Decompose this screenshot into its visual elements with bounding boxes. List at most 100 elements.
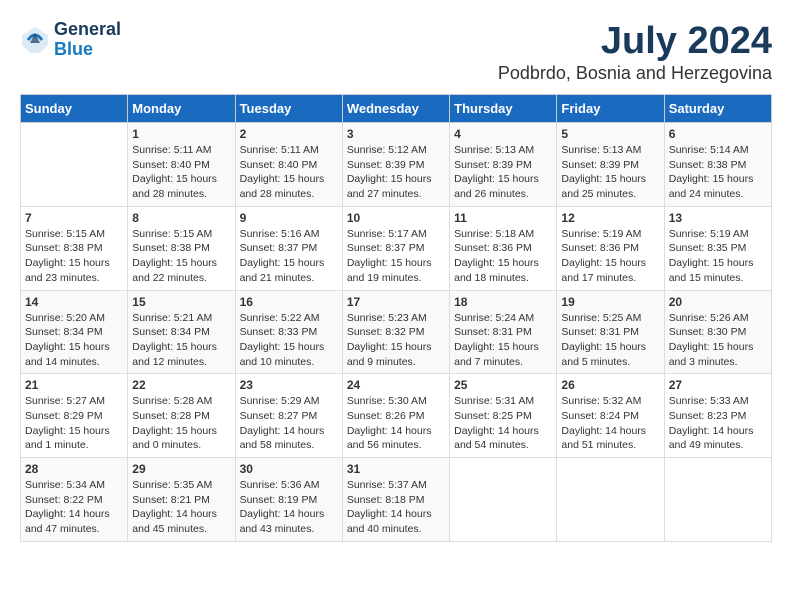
day-number-31: 31 <box>347 462 445 476</box>
logo-text: General Blue <box>54 20 121 60</box>
day-info-29: Sunrise: 5:35 AM Sunset: 8:21 PM Dayligh… <box>132 478 230 537</box>
day-info-13: Sunrise: 5:19 AM Sunset: 8:35 PM Dayligh… <box>669 227 767 286</box>
day-info-15: Sunrise: 5:21 AM Sunset: 8:34 PM Dayligh… <box>132 311 230 370</box>
day-number-21: 21 <box>25 378 123 392</box>
day-info-20: Sunrise: 5:26 AM Sunset: 8:30 PM Dayligh… <box>669 311 767 370</box>
day-info-28: Sunrise: 5:34 AM Sunset: 8:22 PM Dayligh… <box>25 478 123 537</box>
day-number-12: 12 <box>561 211 659 225</box>
day-info-22: Sunrise: 5:28 AM Sunset: 8:28 PM Dayligh… <box>132 394 230 453</box>
cell-w3-d1: 14 Sunrise: 5:20 AM Sunset: 8:34 PM Dayli… <box>21 290 128 374</box>
cell-w5-d5 <box>450 458 557 542</box>
page-header: General Blue July 2024 Podbrdo, Bosnia a… <box>20 20 772 84</box>
day-number-14: 14 <box>25 295 123 309</box>
cell-w3-d2: 15 Sunrise: 5:21 AM Sunset: 8:34 PM Dayli… <box>128 290 235 374</box>
cell-w5-d4: 31Sunrise: 5:37 AM Sunset: 8:18 PM Dayli… <box>342 458 449 542</box>
main-title: July 2024 <box>498 20 772 63</box>
day-info-3: Sunrise: 5:12 AM Sunset: 8:39 PM Dayligh… <box>347 143 445 202</box>
day-number-7: 7 <box>25 211 123 225</box>
day-number-24: 24 <box>347 378 445 392</box>
week-row-1: 1 Sunrise: 5:11 AM Sunset: 8:40 PM Daylig… <box>21 123 772 207</box>
day-number-26: 26 <box>561 378 659 392</box>
day-number-23: 23 <box>240 378 338 392</box>
day-info-2: Sunrise: 5:11 AM Sunset: 8:40 PM Dayligh… <box>240 143 338 202</box>
header-row: Sunday Monday Tuesday Wednesday Thursday… <box>21 95 772 123</box>
day-number-16: 16 <box>240 295 338 309</box>
cell-w4-d2: 22 Sunrise: 5:28 AM Sunset: 8:28 PM Dayli… <box>128 374 235 458</box>
day-info-7: Sunrise: 5:15 AM Sunset: 8:38 PM Dayligh… <box>25 227 123 286</box>
day-number-1: 1 <box>132 127 230 141</box>
cell-w5-d1: 28 Sunrise: 5:34 AM Sunset: 8:22 PM Dayli… <box>21 458 128 542</box>
day-info-11: Sunrise: 5:18 AM Sunset: 8:36 PM Dayligh… <box>454 227 552 286</box>
header-wednesday: Wednesday <box>342 95 449 123</box>
cell-w3-d4: 17 Sunrise: 5:23 AM Sunset: 8:32 PM Dayli… <box>342 290 449 374</box>
cell-w2-d1: 7 Sunrise: 5:15 AM Sunset: 8:38 PM Daylig… <box>21 206 128 290</box>
day-info-26: Sunrise: 5:32 AM Sunset: 8:24 PM Dayligh… <box>561 394 659 453</box>
logo-general-text: General <box>54 20 121 40</box>
day-info-24: Sunrise: 5:30 AM Sunset: 8:26 PM Dayligh… <box>347 394 445 453</box>
cell-w2-d3: 9Sunrise: 5:16 AM Sunset: 8:37 PM Daylig… <box>235 206 342 290</box>
day-number-5: 5 <box>561 127 659 141</box>
title-block: July 2024 Podbrdo, Bosnia and Herzegovin… <box>498 20 772 84</box>
day-info-25: Sunrise: 5:31 AM Sunset: 8:25 PM Dayligh… <box>454 394 552 453</box>
week-row-3: 14 Sunrise: 5:20 AM Sunset: 8:34 PM Dayli… <box>21 290 772 374</box>
day-info-10: Sunrise: 5:17 AM Sunset: 8:37 PM Dayligh… <box>347 227 445 286</box>
cell-w3-d7: 20Sunrise: 5:26 AM Sunset: 8:30 PM Dayli… <box>664 290 771 374</box>
day-info-14: Sunrise: 5:20 AM Sunset: 8:34 PM Dayligh… <box>25 311 123 370</box>
day-number-18: 18 <box>454 295 552 309</box>
header-monday: Monday <box>128 95 235 123</box>
day-info-5: Sunrise: 5:13 AM Sunset: 8:39 PM Dayligh… <box>561 143 659 202</box>
cell-w1-d5: 4Sunrise: 5:13 AM Sunset: 8:39 PM Daylig… <box>450 123 557 207</box>
logo-icon <box>20 25 50 55</box>
header-saturday: Saturday <box>664 95 771 123</box>
cell-w4-d4: 24 Sunrise: 5:30 AM Sunset: 8:26 PM Dayli… <box>342 374 449 458</box>
calendar-body: 1 Sunrise: 5:11 AM Sunset: 8:40 PM Daylig… <box>21 123 772 542</box>
day-info-1: Sunrise: 5:11 AM Sunset: 8:40 PM Dayligh… <box>132 143 230 202</box>
cell-w1-d3: 2 Sunrise: 5:11 AM Sunset: 8:40 PM Daylig… <box>235 123 342 207</box>
day-info-18: Sunrise: 5:24 AM Sunset: 8:31 PM Dayligh… <box>454 311 552 370</box>
day-info-6: Sunrise: 5:14 AM Sunset: 8:38 PM Dayligh… <box>669 143 767 202</box>
day-number-29: 29 <box>132 462 230 476</box>
day-info-27: Sunrise: 5:33 AM Sunset: 8:23 PM Dayligh… <box>669 394 767 453</box>
cell-w3-d5: 18 Sunrise: 5:24 AM Sunset: 8:31 PM Dayli… <box>450 290 557 374</box>
day-number-22: 22 <box>132 378 230 392</box>
cell-w3-d6: 19Sunrise: 5:25 AM Sunset: 8:31 PM Dayli… <box>557 290 664 374</box>
cell-w2-d6: 12 Sunrise: 5:19 AM Sunset: 8:36 PM Dayli… <box>557 206 664 290</box>
day-number-27: 27 <box>669 378 767 392</box>
day-number-19: 19 <box>561 295 659 309</box>
day-info-17: Sunrise: 5:23 AM Sunset: 8:32 PM Dayligh… <box>347 311 445 370</box>
header-friday: Friday <box>557 95 664 123</box>
day-number-3: 3 <box>347 127 445 141</box>
header-thursday: Thursday <box>450 95 557 123</box>
cell-w1-d2: 1 Sunrise: 5:11 AM Sunset: 8:40 PM Daylig… <box>128 123 235 207</box>
subtitle: Podbrdo, Bosnia and Herzegovina <box>498 63 772 84</box>
day-info-8: Sunrise: 5:15 AM Sunset: 8:38 PM Dayligh… <box>132 227 230 286</box>
cell-w5-d6 <box>557 458 664 542</box>
day-info-16: Sunrise: 5:22 AM Sunset: 8:33 PM Dayligh… <box>240 311 338 370</box>
cell-w2-d4: 10 Sunrise: 5:17 AM Sunset: 8:37 PM Dayli… <box>342 206 449 290</box>
cell-w4-d6: 26 Sunrise: 5:32 AM Sunset: 8:24 PM Dayli… <box>557 374 664 458</box>
cell-w3-d3: 16 Sunrise: 5:22 AM Sunset: 8:33 PM Dayli… <box>235 290 342 374</box>
week-row-5: 28 Sunrise: 5:34 AM Sunset: 8:22 PM Dayli… <box>21 458 772 542</box>
day-number-2: 2 <box>240 127 338 141</box>
cell-w4-d3: 23 Sunrise: 5:29 AM Sunset: 8:27 PM Dayli… <box>235 374 342 458</box>
day-number-13: 13 <box>669 211 767 225</box>
day-number-17: 17 <box>347 295 445 309</box>
day-number-15: 15 <box>132 295 230 309</box>
day-number-10: 10 <box>347 211 445 225</box>
cell-w2-d2: 8 Sunrise: 5:15 AM Sunset: 8:38 PM Daylig… <box>128 206 235 290</box>
logo-blue-text: Blue <box>54 40 121 60</box>
day-number-30: 30 <box>240 462 338 476</box>
cell-w1-d6: 5 Sunrise: 5:13 AM Sunset: 8:39 PM Daylig… <box>557 123 664 207</box>
cell-w4-d1: 21Sunrise: 5:27 AM Sunset: 8:29 PM Dayli… <box>21 374 128 458</box>
cell-w4-d5: 25Sunrise: 5:31 AM Sunset: 8:25 PM Dayli… <box>450 374 557 458</box>
day-number-8: 8 <box>132 211 230 225</box>
calendar-header: Sunday Monday Tuesday Wednesday Thursday… <box>21 95 772 123</box>
header-sunday: Sunday <box>21 95 128 123</box>
day-number-28: 28 <box>25 462 123 476</box>
day-number-11: 11 <box>454 211 552 225</box>
header-tuesday: Tuesday <box>235 95 342 123</box>
day-info-12: Sunrise: 5:19 AM Sunset: 8:36 PM Dayligh… <box>561 227 659 286</box>
day-info-23: Sunrise: 5:29 AM Sunset: 8:27 PM Dayligh… <box>240 394 338 453</box>
cell-w1-d1 <box>21 123 128 207</box>
cell-w5-d2: 29 Sunrise: 5:35 AM Sunset: 8:21 PM Dayli… <box>128 458 235 542</box>
